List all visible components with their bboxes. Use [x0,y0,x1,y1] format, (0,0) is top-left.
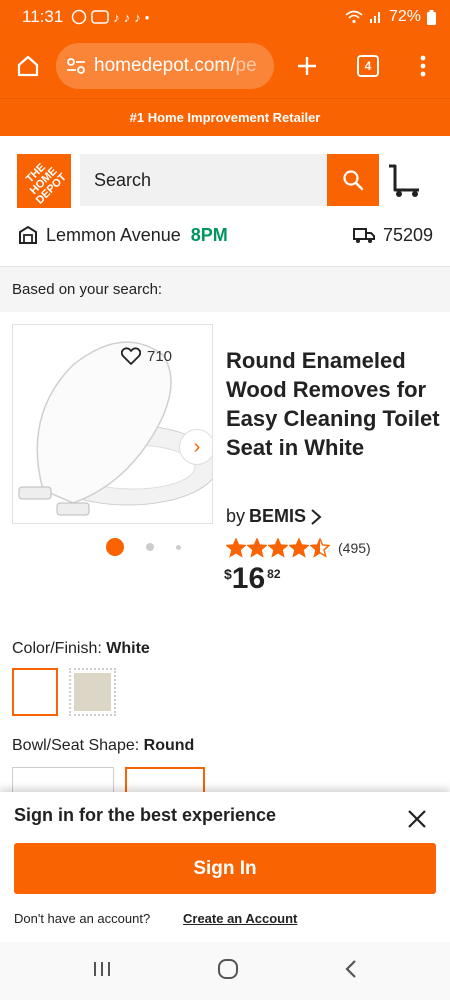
star-rating [226,538,330,558]
product-image-carousel[interactable]: 710 › [12,324,213,524]
home-circle-icon [217,958,238,979]
battery-percent: 72% [388,8,421,25]
color-label-text: Color/Finish: [12,640,102,657]
tiktok-icon: ♪ [113,9,120,25]
battery-icon [427,9,436,25]
browser-toolbar: homedepot.com/pe 4 [0,34,450,98]
cart-icon [389,164,419,197]
color-finish-label: Color/Finish: White [12,640,150,658]
delivery-zip-selector[interactable]: 75209 [352,224,433,246]
status-time: 11:31 [22,7,64,26]
price-dollars: 16 [231,562,266,595]
browser-menu-button[interactable] [396,34,450,98]
dot-icon: • [144,9,150,25]
promo-banner[interactable]: #1 Home Improvement Retailer [0,98,450,136]
brand-prefix: by [226,506,246,526]
signal-icon [369,12,380,23]
site-settings-icon[interactable] [66,57,86,75]
favorite-button[interactable]: 710 [121,347,172,365]
signin-bottom-sheet: Sign in for the best experience Sign In … [0,792,450,942]
chevron-right-icon [311,508,322,525]
star-icon [289,538,309,558]
search-button[interactable] [327,154,379,206]
status-bar: 11:31 ♪ ♪ ♪ • 72% [0,0,450,34]
next-image-button[interactable]: › [179,429,212,465]
product-card: 710 › Round Enameled Wood Removes for Ea… [0,312,450,807]
tab-count-badge: 4 [357,55,379,77]
store-info-row: Lemmon Avenue 8PM 75209 [18,222,433,248]
browser-home-button[interactable] [0,34,56,98]
close-sheet-button[interactable] [402,804,432,834]
swatch-white[interactable] [12,668,58,716]
site-header: THE HOME DEPOT Lemmon Avenue 8PM 75209 [0,136,450,266]
chevron-right-icon: › [193,435,201,458]
no-account-text: Don't have an account? [14,911,151,926]
create-account-link[interactable]: Create an Account [183,911,297,926]
wifi-icon [345,10,363,24]
color-selected-value: White [106,640,150,657]
price-cents: 82 [267,567,281,581]
more-vert-icon [420,55,426,77]
tiktok-icon: ♪ [123,9,131,25]
url-main: homedepot.com/ [94,55,236,76]
address-bar[interactable]: homedepot.com/pe [56,43,274,89]
swatch-almond-fill [74,673,111,711]
sign-in-button[interactable]: Sign In [14,843,436,894]
price-currency: $ [224,566,232,582]
star-icon [268,538,288,558]
logo-text: THE HOME DEPOT [23,160,70,207]
price: $ 16 82 [224,562,281,596]
tab-switcher-button[interactable]: 4 [340,34,396,98]
badge-icon [91,10,110,24]
back-icon [345,959,356,978]
brand-link[interactable]: by BEMIS [226,506,322,527]
favorite-count: 710 [147,347,173,365]
url-text: homedepot.com/pe [94,55,257,77]
cart-button[interactable] [385,160,425,200]
url-overflow: pe [235,55,257,76]
plus-icon [298,57,316,75]
carousel-dot[interactable] [176,544,181,550]
toilet-seat-image [18,341,212,516]
system-nav-bar [0,942,450,1000]
home-depot-logo[interactable]: THE HOME DEPOT [17,154,71,208]
notification-icons: ♪ ♪ ♪ • [71,9,149,25]
shape-selected-value: Round [143,737,195,754]
signin-sheet-title: Sign in for the best experience [14,805,277,825]
home-system-button[interactable] [217,958,239,985]
carousel-dot-active[interactable] [106,538,124,556]
shape-label-text: Bowl/Seat Shape: [12,737,140,754]
star-icon [226,538,246,558]
recents-icon [94,961,111,976]
store-icon [19,225,37,244]
new-tab-button[interactable] [274,34,340,98]
brand-name: BEMIS [249,506,307,526]
store-hours: 8PM [190,224,228,245]
star-icon [247,538,267,558]
based-on-search-label: Based on your search: [0,266,450,312]
promo-text: #1 Home Improvement Retailer [129,110,321,125]
store-selector[interactable]: Lemmon Avenue 8PM [18,225,228,246]
back-button[interactable] [344,959,358,984]
recent-apps-button[interactable] [92,960,112,983]
store-name: Lemmon Avenue [46,224,181,245]
product-title[interactable]: Round Enameled Wood Removes for Easy Cle… [226,346,444,462]
carousel-dots [106,538,181,556]
carousel-dot[interactable] [146,543,154,551]
swatch-almond[interactable] [69,668,116,716]
search-input[interactable] [80,154,328,206]
truck-icon [352,228,375,243]
star-icon [310,538,330,558]
rating-row[interactable]: (495) [226,538,371,558]
tiktok-icon: ♪ [134,9,141,25]
home-icon [17,55,39,77]
review-count: (495) [338,540,371,556]
whatsapp-icon [72,9,87,25]
shape-label: Bowl/Seat Shape: Round [12,737,194,755]
close-icon [408,810,426,828]
search-icon [343,170,364,191]
zip-code: 75209 [382,224,433,245]
heart-icon [121,347,141,365]
